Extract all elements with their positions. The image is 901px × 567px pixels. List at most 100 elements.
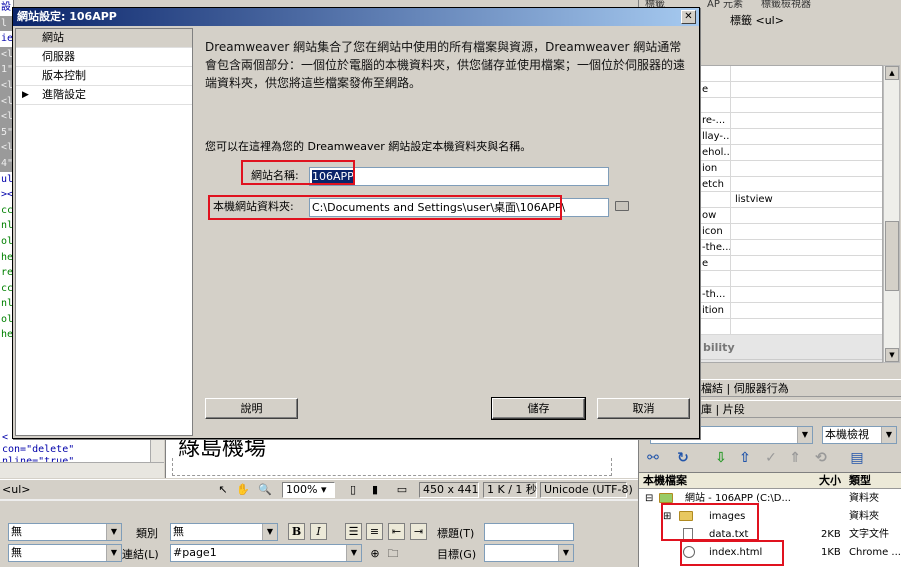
site-name-input[interactable]: 106APP bbox=[309, 167, 609, 186]
attribute-value[interactable] bbox=[731, 161, 735, 176]
attribute-row[interactable]: listview bbox=[701, 192, 882, 209]
file-row-data[interactable]: data.txt 2KB 文字文件 bbox=[639, 526, 901, 544]
attribute-row[interactable]: -the... bbox=[701, 239, 882, 256]
file-row-site[interactable]: ⊟ 網站 - 106APP (C:\D... 資料夾 bbox=[639, 490, 901, 508]
put-files-icon[interactable]: ⇧ bbox=[736, 449, 754, 467]
attribute-value[interactable] bbox=[731, 98, 735, 113]
code-horizontal-scrollbar[interactable] bbox=[0, 462, 164, 478]
column-size[interactable]: 大小 bbox=[819, 473, 841, 488]
column-type[interactable]: 類型 bbox=[849, 473, 871, 488]
scroll-up-icon[interactable]: ▲ bbox=[885, 66, 899, 80]
expand-icon[interactable]: ⊞ bbox=[663, 508, 671, 526]
attribute-value[interactable] bbox=[731, 224, 735, 239]
pointer-icon[interactable]: ↖ bbox=[216, 483, 230, 497]
desktop-size-icon[interactable]: ▯ bbox=[346, 483, 360, 497]
attribute-row[interactable]: llay-... bbox=[701, 129, 882, 145]
monitor-size-icon[interactable]: ▭ bbox=[395, 483, 409, 497]
attribute-row[interactable] bbox=[701, 97, 882, 114]
attribute-row[interactable] bbox=[701, 271, 882, 288]
outdent-icon[interactable]: ⇤ bbox=[388, 523, 405, 540]
attribute-value[interactable] bbox=[731, 256, 735, 271]
attribute-row[interactable]: etch bbox=[701, 176, 882, 193]
category-list[interactable]: 網站 伺服器 版本控制 ▶ 進階設定 bbox=[15, 28, 193, 436]
view-select[interactable]: 本機檢視 ▼ bbox=[822, 426, 897, 444]
target-select[interactable]: ▼ bbox=[484, 544, 574, 562]
attribute-row[interactable] bbox=[701, 66, 882, 82]
attribute-section-header[interactable]: 的 bbox=[701, 359, 882, 362]
local-folder-input[interactable]: C:\Documents and Settings\user\桌面\106APP… bbox=[309, 198, 609, 217]
tab-ap-elements[interactable]: AP 元素 bbox=[707, 0, 743, 10]
dialog-titlebar[interactable]: 網站設定: 106APP ✕ bbox=[13, 8, 699, 26]
hand-icon[interactable]: ✋ bbox=[236, 483, 250, 497]
refresh-icon[interactable]: ↻ bbox=[674, 449, 692, 467]
file-list[interactable]: 本機檔案 大小 類型 ⊟ 網站 - 106APP (C:\D... 資料夾 ⊞ … bbox=[639, 472, 901, 567]
attribute-row[interactable]: ion bbox=[701, 160, 882, 177]
synchronize-icon[interactable]: ⟲ bbox=[812, 449, 830, 467]
zoom-icon[interactable]: 🔍 bbox=[258, 483, 272, 497]
attribute-row[interactable] bbox=[701, 318, 882, 335]
attribute-row[interactable]: ition bbox=[701, 302, 882, 319]
attribute-value[interactable] bbox=[731, 113, 735, 128]
check-in-icon[interactable]: ⇑ bbox=[786, 449, 804, 467]
category-advanced[interactable]: ▶ 進階設定 bbox=[16, 86, 192, 105]
attribute-value[interactable] bbox=[731, 319, 735, 334]
attribute-row[interactable]: ehol... bbox=[701, 144, 882, 161]
attribute-section-header[interactable]: bility bbox=[701, 334, 882, 360]
collapse-icon[interactable]: ⊟ bbox=[645, 490, 653, 508]
id-select[interactable]: 無 ▼ bbox=[8, 544, 122, 562]
save-button[interactable]: 儲存 bbox=[491, 397, 586, 420]
attribute-value[interactable] bbox=[731, 66, 735, 81]
attribute-row[interactable]: ow bbox=[701, 208, 882, 224]
class-select[interactable]: 無 ▼ bbox=[170, 523, 278, 541]
attribute-value[interactable] bbox=[731, 82, 735, 97]
scroll-down-icon[interactable]: ▼ bbox=[885, 348, 899, 362]
window-size[interactable]: 450 x 441 bbox=[419, 482, 479, 498]
attribute-value[interactable] bbox=[731, 208, 735, 223]
link-input[interactable]: #page1 ▼ bbox=[170, 544, 362, 562]
attribute-value[interactable]: listview bbox=[731, 192, 773, 207]
attribute-row[interactable]: icon bbox=[701, 223, 882, 240]
category-servers[interactable]: 伺服器 bbox=[16, 48, 192, 67]
tablet-size-icon[interactable]: ▮ bbox=[368, 483, 382, 497]
italic-button[interactable]: I bbox=[310, 523, 327, 540]
attribute-row[interactable]: e bbox=[701, 255, 882, 272]
close-icon[interactable]: ✕ bbox=[681, 10, 696, 24]
tab-tag-inspector[interactable]: 標籤檢視器 bbox=[761, 0, 811, 10]
tag-selector[interactable]: <ul> bbox=[2, 483, 30, 496]
browse-folder-icon[interactable] bbox=[615, 199, 631, 213]
connect-icon[interactable]: ⚯ bbox=[644, 449, 662, 467]
attribute-value[interactable] bbox=[731, 303, 735, 318]
cancel-button[interactable]: 取消 bbox=[597, 398, 690, 419]
attribute-value[interactable] bbox=[731, 287, 735, 302]
attribute-value[interactable] bbox=[731, 271, 735, 286]
attribute-value[interactable] bbox=[731, 145, 735, 160]
format-select[interactable]: 無 ▼ bbox=[8, 523, 122, 541]
attribute-list[interactable]: e re-... llay-... ehol... ion etch listview ow i… bbox=[700, 65, 883, 363]
attribute-row[interactable]: re-... bbox=[701, 113, 882, 130]
zoom-select[interactable]: 100% ▾ bbox=[282, 482, 335, 498]
check-out-icon[interactable]: ✓ bbox=[762, 449, 780, 467]
attribute-value[interactable] bbox=[731, 129, 735, 144]
help-button[interactable]: 說明 bbox=[205, 398, 298, 419]
expand-triangle-icon[interactable]: ▶ bbox=[22, 86, 29, 104]
attribute-value[interactable] bbox=[731, 177, 735, 192]
browse-folder-icon[interactable]: 🗀 bbox=[386, 547, 400, 561]
category-version-control[interactable]: 版本控制 bbox=[16, 67, 192, 86]
bold-button[interactable]: B bbox=[288, 523, 305, 540]
ordered-list-icon[interactable]: ≡ bbox=[366, 523, 383, 540]
file-row-index[interactable]: index.html 1KB Chrome ... bbox=[639, 544, 901, 562]
point-to-file-icon[interactable]: ⊕ bbox=[368, 547, 382, 561]
attribute-scrollbar[interactable]: ▲ ▼ bbox=[883, 65, 900, 363]
unordered-list-icon[interactable]: ☰ bbox=[345, 523, 362, 540]
attribute-row[interactable]: -th... bbox=[701, 287, 882, 303]
expand-panel-icon[interactable]: ▤ bbox=[848, 449, 866, 467]
get-files-icon[interactable]: ⇩ bbox=[712, 449, 730, 467]
attribute-row[interactable]: e bbox=[701, 81, 882, 98]
attribute-value[interactable] bbox=[731, 240, 735, 255]
scroll-thumb[interactable] bbox=[885, 221, 899, 291]
indent-icon[interactable]: ⇥ bbox=[410, 523, 427, 540]
title-input[interactable] bbox=[484, 523, 574, 541]
column-local-files[interactable]: 本機檔案 bbox=[643, 473, 687, 488]
file-row-images[interactable]: ⊞ images 資料夾 bbox=[639, 508, 901, 526]
category-site[interactable]: 網站 bbox=[16, 29, 192, 48]
